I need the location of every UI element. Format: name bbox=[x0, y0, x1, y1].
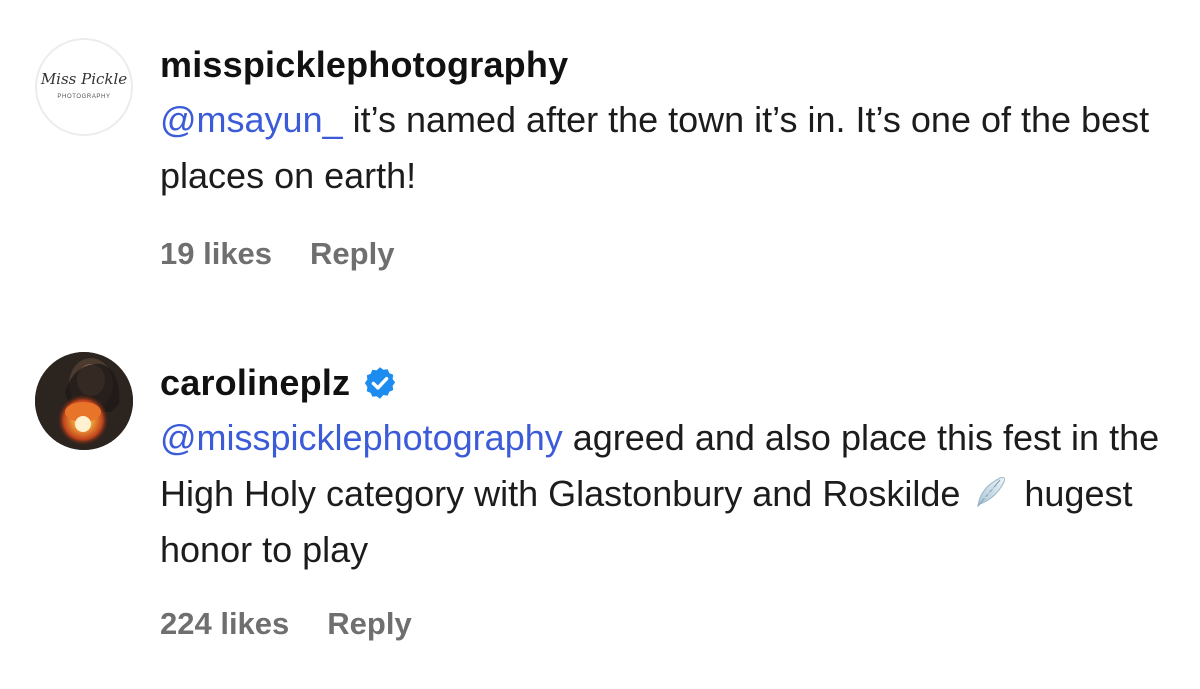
comment-meta: 19 likes Reply bbox=[160, 236, 394, 272]
username-row: carolineplz bbox=[160, 358, 1170, 408]
comment-body: misspicklephotography @msayun_ it’s name… bbox=[160, 40, 1170, 204]
misspickle-logo: Miss Pickle PHOTOGRAPHY bbox=[40, 70, 127, 100]
comment-body: carolineplz @misspicklephotography agree… bbox=[160, 358, 1170, 578]
reply-button[interactable]: Reply bbox=[310, 236, 394, 272]
avatar[interactable] bbox=[35, 352, 133, 450]
comment-meta: 224 likes Reply bbox=[160, 606, 412, 642]
avatar[interactable]: Miss Pickle PHOTOGRAPHY bbox=[35, 38, 133, 136]
mention-link[interactable]: @misspicklephotography bbox=[160, 417, 563, 458]
svg-text:Miss Pickle: Miss Pickle bbox=[40, 70, 127, 88]
profile-photo bbox=[35, 352, 133, 450]
feather-icon bbox=[970, 472, 1010, 512]
username-row: misspicklephotography bbox=[160, 40, 1170, 90]
username[interactable]: carolineplz bbox=[160, 362, 350, 404]
likes-count[interactable]: 224 likes bbox=[160, 606, 289, 642]
mention-link[interactable]: @msayun_ bbox=[160, 99, 343, 140]
comment-text: @misspicklephotography agreed and also p… bbox=[160, 410, 1170, 578]
username[interactable]: misspicklephotography bbox=[160, 44, 568, 86]
svg-text:PHOTOGRAPHY: PHOTOGRAPHY bbox=[57, 94, 110, 100]
likes-count[interactable]: 19 likes bbox=[160, 236, 272, 272]
verified-badge-icon bbox=[362, 365, 398, 401]
reply-button[interactable]: Reply bbox=[327, 606, 411, 642]
comment-text: @msayun_ it’s named after the town it’s … bbox=[160, 92, 1170, 204]
